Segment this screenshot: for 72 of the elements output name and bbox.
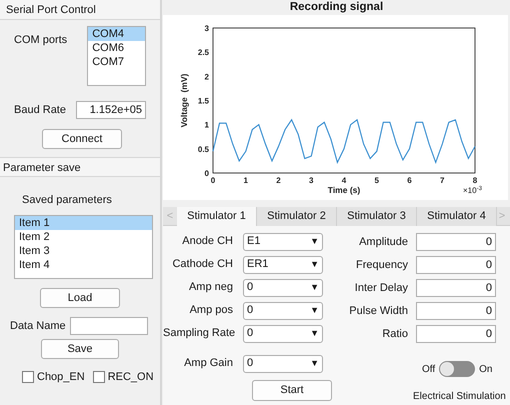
- number-field[interactable]: 0: [416, 279, 496, 297]
- field-label: Inter Delay: [354, 280, 409, 296]
- dropdown[interactable]: ER1 ▼: [243, 256, 323, 274]
- checkbox-label: Chop_EN: [37, 370, 85, 385]
- number-field[interactable]: 0: [416, 233, 496, 251]
- x-tick-label: 0: [210, 176, 216, 185]
- baud-rate-field[interactable]: 1.152e+05: [76, 101, 146, 119]
- y-tick-label: 3: [204, 24, 209, 33]
- tab[interactable]: Stimulator 2: [257, 207, 337, 226]
- tab[interactable]: Stimulator 3: [337, 207, 417, 226]
- field-label: Anode CH: [181, 234, 234, 250]
- chart-title: Recording signal: [290, 0, 384, 15]
- x-tick-label: 1: [244, 176, 248, 185]
- x-tick-label: 6: [407, 176, 412, 185]
- x-tick-label: 3: [309, 176, 314, 185]
- x-tick-label: 5: [374, 176, 379, 185]
- connect-button[interactable]: Connect: [42, 129, 122, 149]
- switch-label: On: [479, 362, 492, 376]
- field-label: Amp pos: [188, 303, 234, 318]
- x-tick-label: 7: [440, 176, 444, 185]
- y-axis-label: Voltage (mV): [179, 74, 189, 128]
- list-item[interactable]: COM4: [88, 27, 145, 41]
- x-axis-label: Time (s): [328, 185, 360, 196]
- field-label: Ratio: [381, 326, 409, 342]
- toggle-switch[interactable]: [439, 361, 476, 377]
- start-button[interactable]: Start: [252, 380, 332, 401]
- number-field[interactable]: 0: [416, 325, 496, 343]
- tab[interactable]: Stimulator 1: [177, 207, 257, 226]
- number-field[interactable]: 0: [416, 256, 496, 274]
- y-tick-label: 0.5: [198, 144, 209, 154]
- y-tick-label: 0: [204, 169, 209, 178]
- list-item[interactable]: Item 4: [15, 258, 152, 272]
- switch-caption: Electrical Stimulation: [413, 391, 506, 402]
- list-item[interactable]: Item 2: [15, 230, 152, 244]
- save-button[interactable]: Save: [41, 339, 119, 359]
- data-name-field[interactable]: [70, 317, 148, 335]
- panel-header: Parameter save: [0, 157, 160, 177]
- field-label: Frequency: [355, 258, 409, 273]
- checkbox[interactable]: [22, 371, 34, 384]
- x-tick-label: 8: [472, 176, 478, 185]
- y-tick-label: 1: [204, 120, 209, 130]
- list-label: Saved parameters: [22, 194, 112, 206]
- field-label: Sampling Rate: [163, 326, 236, 342]
- axis-exponent: ×10$^{-3}$: [463, 185, 482, 196]
- list-item[interactable]: COM7: [88, 55, 145, 69]
- field-label: Amp neg: [188, 280, 234, 296]
- number-field[interactable]: 0: [416, 302, 496, 320]
- dropdown[interactable]: E1 ▼: [243, 232, 323, 250]
- x-tick-label: 2: [276, 176, 281, 185]
- checkbox[interactable]: [92, 371, 105, 384]
- tab[interactable]: Stimulator 4: [417, 207, 497, 226]
- field-label: Amplitude: [358, 234, 409, 250]
- field-label: Baud Rate: [14, 102, 66, 118]
- dropdown[interactable]: 0 ▼: [243, 324, 323, 342]
- field-label: Cathode CH: [171, 257, 234, 272]
- checkbox-label: REC_ON: [108, 370, 154, 385]
- field-label: COM ports: [14, 33, 68, 48]
- y-tick-label: 2: [204, 72, 209, 82]
- list-item[interactable]: COM6: [88, 41, 145, 55]
- load-button[interactable]: Load: [40, 288, 120, 308]
- x-tick-label: 4: [342, 176, 346, 185]
- dropdown[interactable]: 0 ▼: [243, 302, 323, 320]
- dropdown[interactable]: 0 ▼: [243, 354, 323, 372]
- field-label: Pulse Width: [348, 304, 409, 319]
- list-item[interactable]: Item 1: [15, 216, 152, 230]
- y-tick-label: 2.5: [198, 48, 209, 58]
- dropdown[interactable]: 0 ▼: [243, 278, 323, 296]
- panel-header: Serial Port Control: [0, 0, 160, 20]
- field-label: Amp Gain: [183, 356, 234, 372]
- y-tick-label: 1.5: [198, 96, 209, 106]
- list-item[interactable]: Item 3: [15, 244, 152, 258]
- switch-label: Off: [422, 362, 436, 376]
